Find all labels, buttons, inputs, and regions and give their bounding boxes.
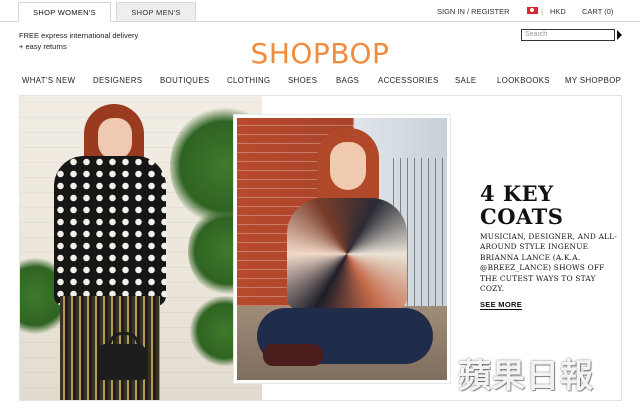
nav-my-shopbop[interactable]: MY SHOPBOP bbox=[565, 76, 621, 85]
promo-line-1: FREE express international delivery bbox=[19, 30, 138, 41]
handbag bbox=[98, 332, 146, 380]
nav-boutiques[interactable]: BOUTIQUES bbox=[160, 76, 210, 85]
hero-photo-right bbox=[234, 115, 450, 383]
boots bbox=[263, 344, 323, 366]
nav-shoes[interactable]: SHOES bbox=[288, 76, 317, 85]
headline-line-2: COATS bbox=[480, 204, 564, 229]
nav-accessories[interactable]: ACCESSORIES bbox=[378, 76, 439, 85]
nav-lookbooks[interactable]: LOOKBOOKS bbox=[497, 76, 550, 85]
apple-daily-watermark: 蘋果日報 bbox=[458, 356, 594, 395]
tab-shop-womens[interactable]: SHOP WOMEN'S bbox=[18, 2, 111, 22]
currency-selector[interactable]: HKD bbox=[550, 0, 566, 22]
hero-copy: 4 KEY COATS MUSICIAN, DESIGNER, AND ALL-… bbox=[480, 182, 620, 312]
hero-photo-left bbox=[20, 96, 262, 400]
nav-whats-new[interactable]: WHAT'S NEW bbox=[22, 76, 75, 85]
hero-body: MUSICIAN, DESIGNER, AND ALL-AROUND STYLE… bbox=[480, 232, 618, 294]
polka-dot-coat bbox=[54, 156, 166, 306]
promo-line-2: + easy returns bbox=[19, 42, 67, 51]
see-more-link[interactable]: SEE MORE bbox=[480, 300, 522, 311]
promo-free: FREE bbox=[19, 31, 40, 40]
shopbop-logo[interactable]: SHOPBOP bbox=[240, 37, 400, 70]
delivery-promo[interactable]: FREE express international delivery + ea… bbox=[19, 30, 138, 52]
tab-shop-mens[interactable]: SHOP MEN'S bbox=[116, 2, 196, 22]
headline-line-1: 4 KEY bbox=[480, 181, 554, 206]
cart-link[interactable]: CART (0) bbox=[582, 0, 613, 22]
top-bar: SHOP WOMEN'S SHOP MEN'S SIGN IN / REGIST… bbox=[0, 0, 640, 22]
model-face bbox=[98, 118, 132, 160]
nav-designers[interactable]: DESIGNERS bbox=[93, 76, 143, 85]
hero-headline: 4 KEY COATS bbox=[480, 182, 620, 228]
patchwork-sweater bbox=[287, 198, 407, 310]
utility-separator: | bbox=[541, 6, 543, 16]
search-submit-icon[interactable] bbox=[617, 30, 622, 40]
model-face bbox=[330, 142, 366, 190]
hong-kong-flag-icon[interactable] bbox=[527, 7, 538, 14]
main-nav: WHAT'S NEW DESIGNERS BOUTIQUES CLOTHING … bbox=[0, 76, 640, 90]
search-input[interactable]: Search bbox=[521, 29, 615, 41]
nav-clothing[interactable]: CLOTHING bbox=[227, 76, 271, 85]
nav-bags[interactable]: BAGS bbox=[336, 76, 359, 85]
nav-sale[interactable]: SALE bbox=[455, 76, 477, 85]
promo-delivery: express international delivery bbox=[39, 31, 139, 40]
sign-in-register-link[interactable]: SIGN IN / REGISTER bbox=[437, 0, 510, 22]
